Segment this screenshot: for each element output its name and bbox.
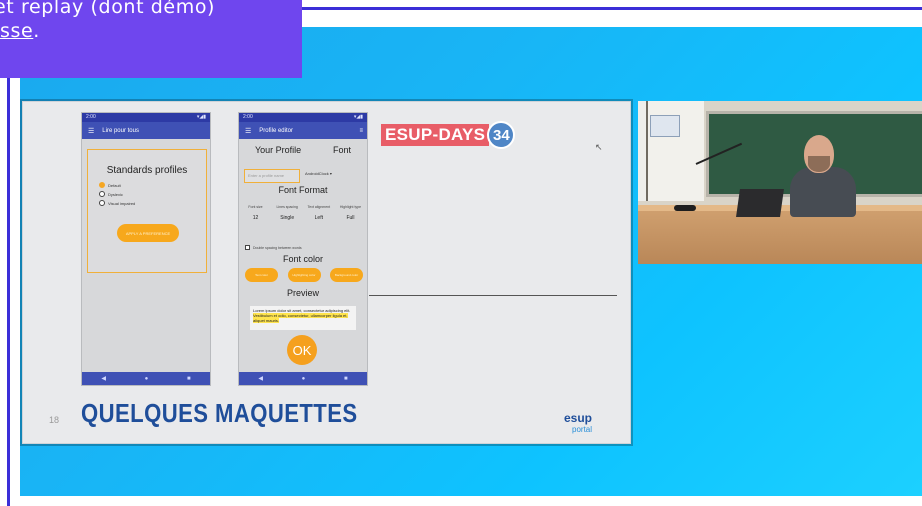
format-options: Font size 12 Lines spacing Single Text a… — [243, 205, 363, 221]
menu-icon: ☰ — [88, 127, 95, 135]
background-color-button: Background color — [330, 268, 363, 282]
android-nav-bar: ◀ ● ■ — [82, 372, 210, 385]
slide-number: 18 — [49, 415, 60, 425]
laptop — [736, 189, 784, 217]
format-value: Left — [314, 215, 323, 221]
your-profile-label: Your Profile — [254, 145, 302, 155]
app-bar: ☰ Profile editor ≡ — [239, 122, 367, 139]
home-icon: ● — [144, 375, 149, 382]
speaker-body — [790, 167, 856, 217]
font-select: AndroidClock ▾ — [305, 171, 332, 176]
status-bar: 2:00 ▾◢▮ — [239, 113, 367, 122]
font-select-value: AndroidClock — [305, 171, 329, 176]
format-label: Font size — [248, 205, 263, 209]
back-icon: ◀ — [101, 376, 106, 382]
profile-name-input: Enter a profile name — [244, 169, 300, 183]
format-label: Text alignment — [307, 205, 331, 209]
presentation-slide: 2:00 ▾◢▮ ☰ Lire pour tous Standards prof… — [22, 101, 631, 444]
status-time: 2:00 — [243, 114, 253, 120]
signal-icon: ▾◢▮ — [196, 114, 206, 120]
font-label: Font — [333, 145, 352, 155]
radio-label: Dyslexic — [108, 191, 123, 197]
format-value: 12 — [252, 215, 259, 221]
event-number-badge: 34 — [487, 121, 516, 149]
recents-icon: ■ — [187, 375, 191, 382]
caption-line-2-tail: . — [33, 20, 40, 42]
double-spacing-label: Double spacing between words — [253, 245, 302, 250]
text-color-button: Text color — [245, 268, 278, 282]
highlighting-color-button: Highlighting color — [287, 268, 321, 282]
app-title: Lire pour tous — [102, 127, 139, 134]
status-bar: 2:00 ▾◢▮ — [82, 113, 210, 122]
format-value: Full — [346, 215, 355, 221]
profile-header-row: Your Profile Font — [239, 145, 367, 155]
caption-link[interactable]: sse — [0, 20, 33, 42]
left-rule — [7, 70, 10, 506]
logo-sub-text: portal — [572, 425, 593, 434]
radio-option-dyslexic: Dyslexic — [99, 191, 206, 197]
bottom-strip — [10, 496, 922, 506]
event-label: ESUP-DAYS — [381, 124, 490, 146]
color-buttons: Text color Highlighting color Background… — [245, 268, 363, 282]
dropdown-icon: ▾ — [329, 171, 332, 176]
list-icon: ≡ — [359, 127, 363, 134]
radio-label: Default — [108, 182, 121, 188]
app-title: Profile editor — [259, 127, 293, 134]
profiles-title: Standards profiles — [106, 165, 188, 176]
android-nav-bar: ◀ ● ■ — [239, 372, 367, 385]
font-format-title: Font Format — [278, 185, 328, 195]
format-value: Single — [280, 215, 295, 221]
status-time: 2:00 — [86, 114, 96, 120]
checkbox-icon — [245, 245, 250, 250]
logo-main-text: esup — [564, 411, 593, 425]
caption-line-2: sse. — [0, 20, 40, 42]
video-frame[interactable]: 2:00 ▾◢▮ ☰ Lire pour tous Standards prof… — [20, 27, 922, 496]
format-highlight-type: Highlight type Full — [338, 205, 363, 221]
speaker-beard — [808, 156, 830, 172]
radio-option-visual-impaired: Visual impaired — [99, 200, 206, 206]
top-rule — [302, 7, 922, 10]
home-icon: ● — [301, 375, 306, 382]
font-color-title: Font color — [282, 254, 324, 264]
app-bar: ☰ Lire pour tous — [82, 122, 210, 139]
back-icon: ◀ — [258, 376, 263, 382]
phone-mockup-profiles: 2:00 ▾◢▮ ☰ Lire pour tous Standards prof… — [81, 112, 211, 386]
caption-banner: et replay (dont démo) sse. — [0, 0, 302, 78]
radio-selected-icon — [99, 182, 105, 188]
menu-icon: ☰ — [245, 127, 252, 135]
radio-label: Visual impaired — [108, 200, 136, 206]
phone-mockup-profile-editor: 2:00 ▾◢▮ ☰ Profile editor ≡ Your Profile… — [238, 112, 368, 386]
double-spacing-option: Double spacing between words — [245, 245, 302, 250]
preview-box: Lorem ipsum dolor sit amet, consectetur … — [250, 306, 356, 330]
speaker-camera-feed — [638, 101, 922, 264]
signal-icon: ▾◢▮ — [353, 114, 363, 120]
ok-button: OK — [287, 335, 317, 365]
esup-portal-logo: esup portal — [564, 412, 592, 436]
desk — [638, 211, 922, 264]
recents-icon: ■ — [344, 375, 348, 382]
apply-preference-button: APPLY A PREFERENCE — [117, 224, 179, 242]
preview-highlighted-text: Vestibulum et odio, consectetur, ullamco… — [253, 313, 348, 323]
format-line-spacing: Lines spacing Single — [275, 205, 300, 221]
preview-title: Preview — [286, 288, 319, 298]
format-label: Highlight type — [339, 205, 362, 209]
format-label: Lines spacing — [276, 205, 298, 209]
slide-divider — [369, 295, 617, 296]
format-text-alignment: Text alignment Left — [306, 205, 331, 221]
microphone-base — [674, 205, 696, 211]
esup-days-logo: ESUP-DAYS 34 — [381, 121, 516, 149]
radio-icon — [99, 191, 105, 197]
mouse-cursor-icon: ↖ — [595, 142, 603, 152]
format-font-size: Font size 12 — [243, 205, 268, 221]
profiles-card: Standards profiles Default Dyslexic Visu… — [87, 149, 207, 273]
radio-option-default: Default — [99, 182, 206, 188]
radio-icon — [99, 200, 105, 206]
caption-line-1: et replay (dont démo) — [0, 0, 216, 18]
slide-title: QUELQUES MAQUETTES — [81, 398, 358, 428]
wall-poster — [650, 115, 680, 137]
